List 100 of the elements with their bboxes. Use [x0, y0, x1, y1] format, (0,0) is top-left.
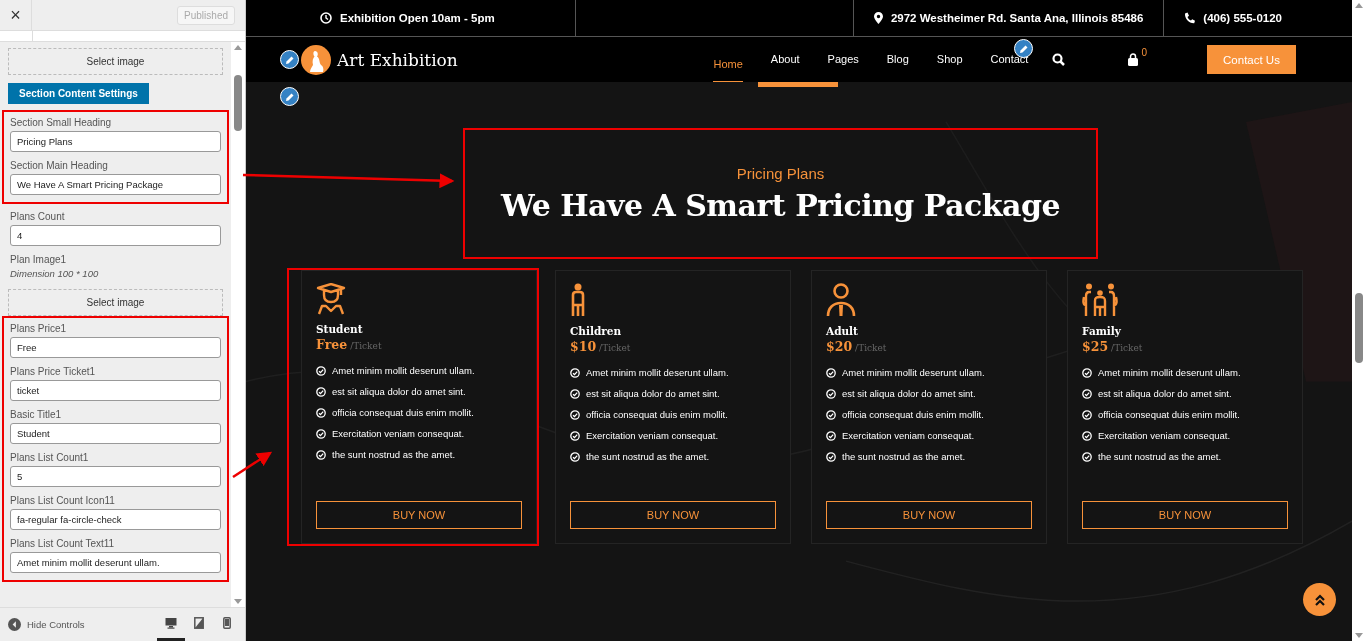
- phone-device-icon: [223, 617, 231, 629]
- plan-title: Family: [1082, 325, 1121, 337]
- plan-price: $20: [826, 339, 853, 354]
- field-label: Basic Title1: [10, 408, 63, 421]
- location-pin-icon: [873, 12, 883, 24]
- feature-text: Amet minim mollit deserunt ullam.: [842, 366, 985, 379]
- field-label: Plans List Count1: [10, 451, 90, 464]
- text-field[interactable]: 5: [10, 466, 221, 487]
- nav-link[interactable]: Blog: [872, 37, 923, 82]
- shopping-bag-icon[interactable]: [1127, 53, 1140, 66]
- text-field[interactable]: 4: [10, 225, 221, 246]
- feature-text: Amet minim mollit deserunt ullam.: [586, 366, 729, 379]
- collapse-icon: [8, 618, 21, 631]
- graduate-icon: [316, 283, 346, 315]
- select-image-button[interactable]: Select image: [8, 289, 223, 316]
- nav-link[interactable]: About: [756, 37, 814, 82]
- text-field[interactable]: We Have A Smart Pricing Package: [10, 174, 221, 195]
- text-field[interactable]: Free: [10, 337, 221, 358]
- check-circle-icon: [1082, 367, 1092, 378]
- logo-icon: [301, 44, 331, 75]
- scrollbar[interactable]: [231, 42, 245, 607]
- feature-text: the sunt nostrud as the amet.: [842, 450, 966, 463]
- check-circle-icon: [316, 407, 326, 418]
- site-logo-text[interactable]: Art Exhibition: [337, 49, 458, 70]
- phone-number: (406) 555-0120: [1203, 12, 1282, 24]
- check-circle-icon: [1082, 430, 1092, 441]
- search-icon[interactable]: [1052, 53, 1066, 66]
- check-circle-icon: [826, 451, 836, 462]
- clock-icon: [320, 12, 332, 24]
- cart-count: 0: [1141, 47, 1147, 58]
- child-icon: [570, 283, 586, 317]
- feature-text: est sit aliqua dolor do amet sint.: [1098, 387, 1232, 400]
- field-label: Plans Price1: [10, 322, 68, 335]
- check-circle-icon: [316, 386, 326, 397]
- plan-price: $25: [1082, 339, 1109, 354]
- address: 2972 Westheimer Rd. Santa Ana, Illinois 85486: [890, 12, 1144, 24]
- feature-text: the sunt nostrud as the amet.: [332, 448, 456, 461]
- feature-text: Exercitation veniam consequat.: [1098, 429, 1231, 442]
- section-subheading: Pricing Plans: [736, 164, 825, 182]
- field-label: Section Main Heading: [10, 159, 109, 172]
- hide-controls-button[interactable]: Hide Controls: [8, 618, 85, 631]
- field-label: Plan Image1: [10, 253, 68, 266]
- check-circle-icon: [570, 388, 580, 399]
- edit-shortcut-icon[interactable]: [280, 50, 299, 69]
- buy-now-button[interactable]: BUY NOW: [316, 501, 522, 529]
- check-circle-icon: [1082, 388, 1092, 399]
- field-description: Dimension 100 * 100: [10, 268, 100, 279]
- feature-text: est sit aliqua dolor do amet sint.: [332, 385, 466, 398]
- text-field[interactable]: Pricing Plans: [10, 131, 221, 152]
- text-field[interactable]: Amet minim mollit deserunt ullam.: [10, 552, 221, 573]
- check-circle-icon: [316, 365, 326, 376]
- field-label: Plans Price Ticket1: [10, 365, 97, 378]
- feature-text: est sit aliqua dolor do amet sint.: [586, 387, 720, 400]
- family-icon: [1082, 283, 1118, 317]
- nav-link[interactable]: Shop: [922, 37, 977, 82]
- feature-text: Amet minim mollit deserunt ullam.: [1098, 366, 1241, 379]
- field-label: Plans Count: [10, 210, 66, 223]
- feature-text: Amet minim mollit deserunt ullam.: [332, 364, 475, 377]
- buy-now-button[interactable]: BUY NOW: [1082, 501, 1288, 529]
- feature-text: officia consequat duis enim mollit.: [842, 408, 984, 421]
- phone-icon: [1184, 12, 1196, 24]
- monitor-icon: [165, 617, 177, 629]
- person-icon: [826, 283, 856, 317]
- feature-text: the sunt nostrud as the amet.: [586, 450, 710, 463]
- plan-title: Student: [316, 323, 363, 335]
- tablet-icon: [194, 617, 204, 629]
- select-image-button[interactable]: Select image: [8, 48, 223, 75]
- price-unit: /Ticket: [350, 341, 382, 351]
- check-circle-icon: [570, 430, 580, 441]
- field-label: Plans List Count Icon11: [10, 494, 116, 507]
- check-circle-icon: [826, 430, 836, 441]
- check-circle-icon: [826, 409, 836, 420]
- check-circle-icon: [826, 388, 836, 399]
- check-circle-icon: [1082, 451, 1092, 462]
- feature-text: Exercitation veniam consequat.: [332, 427, 465, 440]
- feature-text: Exercitation veniam consequat.: [586, 429, 719, 442]
- feature-text: officia consequat duis enim mollit.: [1098, 408, 1240, 421]
- buy-now-button[interactable]: BUY NOW: [826, 501, 1032, 529]
- scroll-to-top-button[interactable]: [1303, 583, 1336, 616]
- nav-link[interactable]: Contact: [976, 37, 1043, 82]
- close-button[interactable]: ×: [0, 0, 32, 30]
- nav-link[interactable]: Pages: [813, 37, 873, 82]
- price-unit: /Ticket: [1111, 343, 1143, 353]
- feature-text: est sit aliqua dolor do amet sint.: [842, 387, 976, 400]
- plan-price: $10: [570, 339, 597, 354]
- price-unit: /Ticket: [855, 343, 887, 353]
- check-circle-icon: [826, 367, 836, 378]
- text-field[interactable]: Student: [10, 423, 221, 444]
- feature-text: Exercitation veniam consequat.: [842, 429, 975, 442]
- plan-title: Adult: [826, 325, 858, 337]
- section-heading: We Have A Smart Pricing Package: [500, 187, 1061, 223]
- field-label: Section Small Heading: [10, 116, 113, 129]
- scrollbar[interactable]: [1352, 0, 1366, 641]
- text-field[interactable]: fa-regular fa-circle-check: [10, 509, 221, 530]
- feature-text: officia consequat duis enim mollit.: [586, 408, 728, 421]
- feature-text: officia consequat duis enim mollit.: [332, 406, 474, 419]
- section-settings-button[interactable]: Section Content Settings: [8, 83, 149, 104]
- text-field[interactable]: ticket: [10, 380, 221, 401]
- buy-now-button[interactable]: BUY NOW: [570, 501, 776, 529]
- check-circle-icon: [316, 449, 326, 460]
